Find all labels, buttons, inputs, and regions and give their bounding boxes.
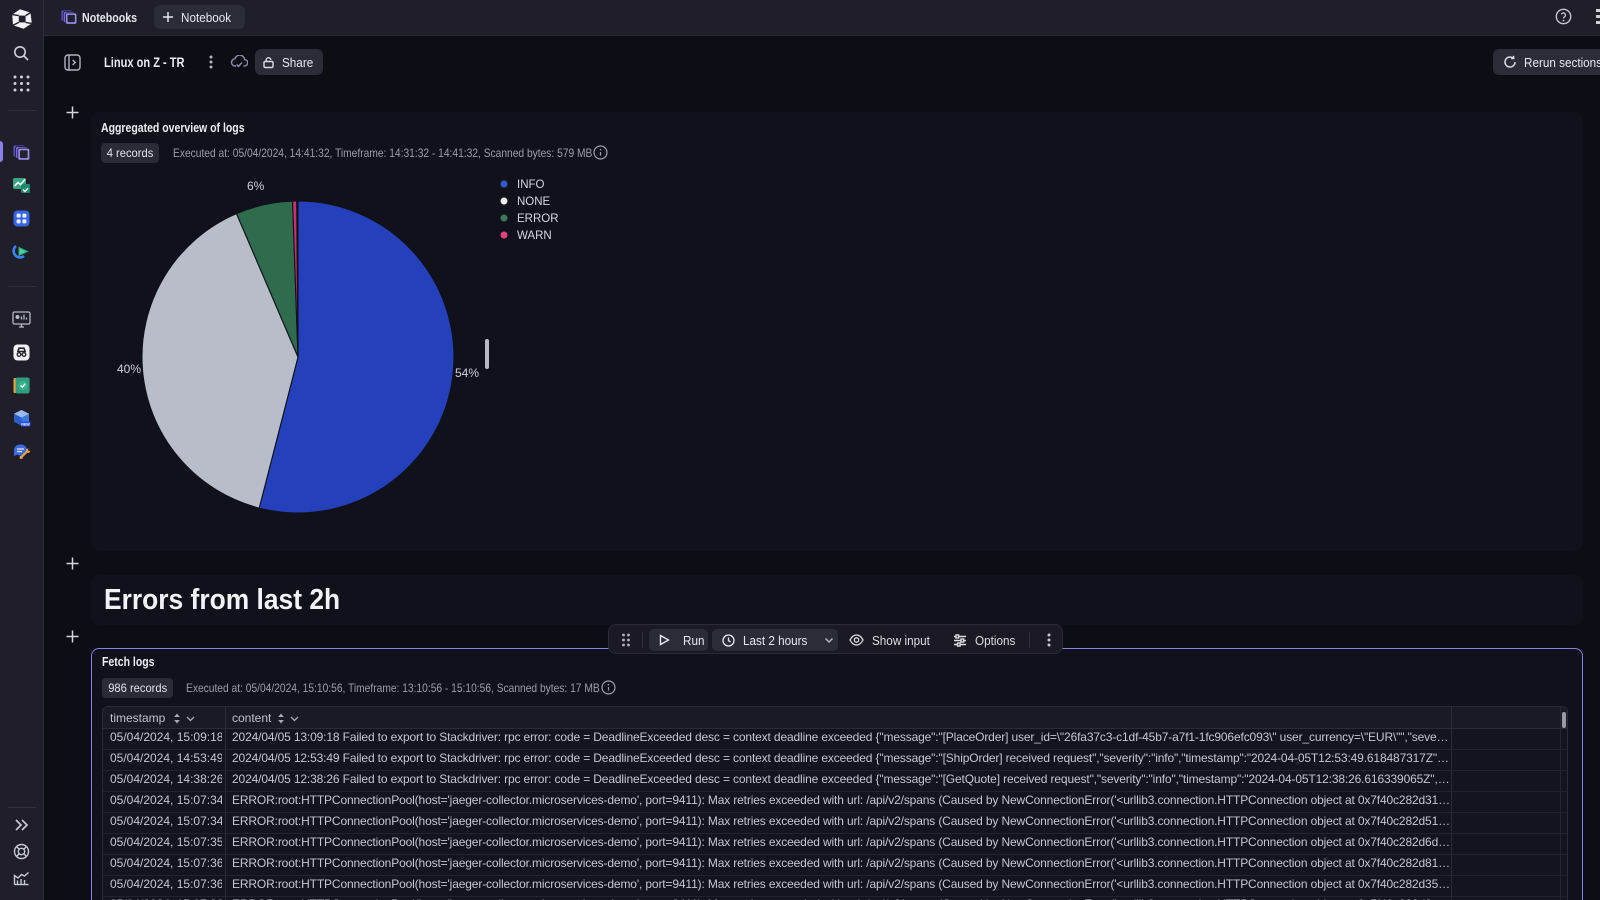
svg-text:WARN: WARN: [517, 230, 552, 242]
svg-text:NONE: NONE: [517, 196, 551, 208]
svg-text:ERROR: ERROR: [517, 213, 559, 225]
svg-text:NEW: NEW: [21, 423, 30, 427]
svg-text:INFO: INFO: [517, 179, 545, 191]
